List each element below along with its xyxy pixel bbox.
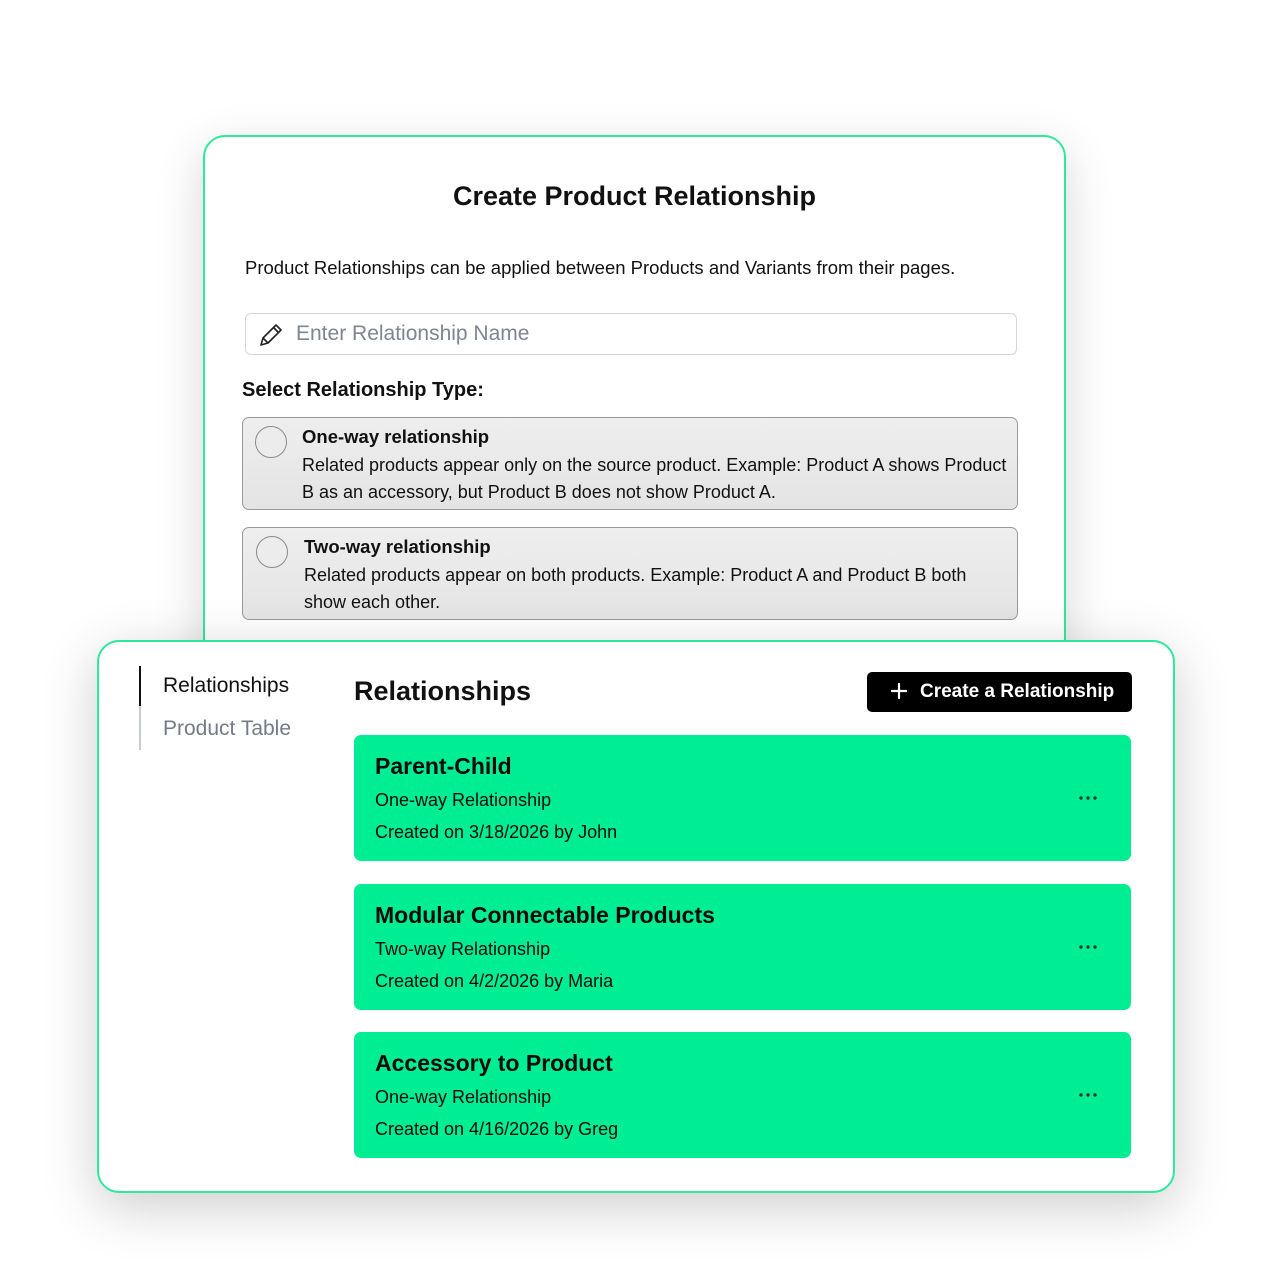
more-horizontal-icon[interactable] (1076, 793, 1100, 803)
sidebar-nav: Relationships Product Table (139, 666, 331, 750)
relationship-name-field[interactable] (245, 313, 1017, 355)
relationship-created: Created on 3/18/2026 by John (375, 822, 618, 842)
active-indicator (139, 666, 141, 706)
relationship-created: Created on 4/16/2026 by Greg (375, 1119, 619, 1139)
relationship-name: Parent-Child (375, 753, 512, 779)
more-horizontal-icon[interactable] (1076, 1090, 1100, 1100)
option-two-way-relationship[interactable]: Two-way relationship Related products ap… (242, 527, 1018, 620)
sidebar-item-relationships[interactable]: Relationships (163, 674, 289, 698)
relationship-type: One-way Relationship (375, 1087, 552, 1107)
dialog-description: Product Relationships can be applied bet… (245, 257, 956, 278)
relationship-created: Created on 4/2/2026 by Maria (375, 971, 614, 991)
relationship-type: Two-way Relationship (375, 939, 551, 959)
relationship-card[interactable]: Accessory to Product One-way Relationshi… (354, 1032, 1131, 1158)
page-title: Relationships (354, 676, 532, 706)
relationship-name-input[interactable] (296, 318, 996, 350)
dialog-title: Create Product Relationship (452, 181, 817, 211)
relationship-name: Accessory to Product (375, 1050, 613, 1076)
sidebar-item-product-table[interactable]: Product Table (163, 717, 291, 741)
relationships-panel: Relationships Product Table Relationship… (97, 640, 1175, 1193)
create-button-label: Create a Relationship (920, 681, 1115, 702)
two-way-radio[interactable] (256, 536, 288, 568)
more-horizontal-icon[interactable] (1076, 942, 1100, 952)
option-description: Related products appear only on the sour… (302, 455, 1007, 502)
option-description: Related products appear on both products… (304, 565, 967, 612)
relationship-card[interactable]: Parent-Child One-way Relationship Create… (354, 735, 1131, 861)
create-relationship-button[interactable]: Create a Relationship (867, 672, 1132, 712)
relationship-type-label: Select Relationship Type: (242, 379, 484, 401)
create-relationship-dialog: Create Product Relationship Product Rela… (203, 135, 1066, 715)
pencil-icon (260, 324, 282, 346)
option-one-way-relationship[interactable]: One-way relationship Related products ap… (242, 417, 1018, 510)
plus-icon (891, 683, 907, 699)
option-title: One-way relationship (302, 426, 490, 447)
one-way-radio[interactable] (255, 426, 287, 458)
relationship-name: Modular Connectable Products (375, 902, 715, 928)
option-title: Two-way relationship (304, 536, 491, 557)
relationship-type: One-way Relationship (375, 790, 552, 810)
relationship-card[interactable]: Modular Connectable Products Two-way Rel… (354, 884, 1131, 1010)
